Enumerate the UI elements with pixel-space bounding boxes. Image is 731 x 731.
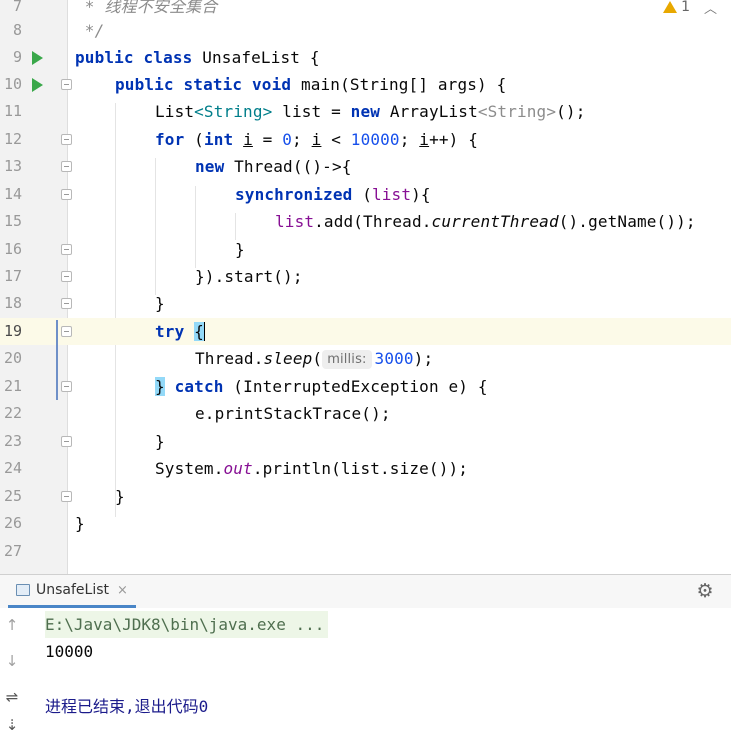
- code-line[interactable]: 8 */: [0, 17, 731, 44]
- closing-brace: }: [235, 240, 245, 259]
- line-number: 10: [3, 75, 22, 93]
- line-number: 13: [3, 157, 22, 175]
- code-line[interactable]: 23 }: [0, 428, 731, 455]
- line-number: 8: [12, 21, 22, 39]
- run-main-icon[interactable]: [32, 78, 43, 92]
- code-line[interactable]: 16 }: [0, 236, 731, 263]
- line-number: 12: [3, 130, 22, 148]
- thread-creation: new Thread(()->{: [195, 157, 352, 176]
- run-tab-unsafelist[interactable]: UnsafeList ×: [8, 575, 136, 608]
- fold-toggle-icon[interactable]: [61, 491, 72, 502]
- scroll-up-icon[interactable]: ↑: [3, 616, 21, 634]
- closing-brace: }: [155, 294, 165, 313]
- text-caret: [203, 322, 205, 341]
- scroll-down-icon[interactable]: ↓: [3, 652, 21, 670]
- line-number: 16: [3, 240, 22, 258]
- closing-brace: }: [115, 487, 125, 506]
- inspection-indicator[interactable]: 1 ︿: [663, 0, 717, 17]
- comment-end: */: [75, 21, 105, 40]
- fold-toggle-icon[interactable]: [61, 134, 72, 145]
- warning-icon: [663, 1, 678, 13]
- code-line[interactable]: 15 list.add(Thread.currentThread().getNa…: [0, 208, 731, 235]
- code-line[interactable]: 26 }: [0, 510, 731, 537]
- console-icon: [16, 584, 30, 596]
- scroll-to-end-icon[interactable]: ⇣: [3, 716, 21, 731]
- line-number: 22: [3, 404, 22, 422]
- code-line[interactable]: 18 }: [0, 290, 731, 317]
- code-line[interactable]: 20 Thread.sleep(millis: 3000);: [0, 345, 731, 372]
- console-exit-message: 进程已结束,退出代码0: [45, 697, 209, 716]
- line-number: 24: [3, 459, 22, 477]
- println-call: System.out.println(list.size());: [155, 459, 469, 478]
- line-number: 15: [3, 212, 22, 230]
- line-number: 19: [3, 322, 22, 340]
- line-number: 27: [3, 542, 22, 560]
- main-method-signature: public static void main(String[] args) {: [115, 75, 507, 94]
- code-line[interactable]: 12 for (int i = 0; i < 10000; i++) {: [0, 126, 731, 153]
- code-line[interactable]: 21 } catch (InterruptedException e) {: [0, 373, 731, 400]
- code-line[interactable]: 22 e.printStackTrace();: [0, 400, 731, 427]
- warning-count: 1: [681, 0, 690, 15]
- code-editor[interactable]: 7 * 线程不安全集合 8 */ 9 public class UnsafeLi…: [0, 0, 731, 574]
- run-toolbar: ↑ ↓ ⇌ ⇣: [0, 608, 26, 731]
- fold-toggle-icon[interactable]: [61, 298, 72, 309]
- close-icon[interactable]: ×: [117, 583, 128, 598]
- code-line[interactable]: 9 public class UnsafeList {: [0, 44, 731, 71]
- fold-toggle-icon[interactable]: [61, 326, 72, 337]
- fold-toggle-icon[interactable]: [61, 381, 72, 392]
- code-line[interactable]: 11 List<String> list = new ArrayList<Str…: [0, 98, 731, 125]
- soft-wrap-icon[interactable]: ⇌: [3, 688, 21, 706]
- console-output[interactable]: E:\Java\JDK8\bin\java.exe ... 10000 进程已结…: [36, 608, 726, 731]
- vcs-change-marker[interactable]: [56, 320, 58, 400]
- list-add-call: list.add(Thread.currentThread().getName(…: [275, 212, 696, 231]
- run-tool-window: UnsafeList × ⚙ ↑ ↓ ⇌ ⇣ E:\Java\JDK8\bin\…: [0, 574, 731, 731]
- line-number: 26: [3, 514, 22, 532]
- console-command-line[interactable]: E:\Java\JDK8\bin\java.exe ...: [45, 611, 329, 638]
- parameter-hint: millis:: [322, 350, 372, 369]
- line-number: 17: [3, 267, 22, 285]
- class-declaration: public class UnsafeList {: [75, 48, 320, 67]
- chevron-up-icon[interactable]: ︿: [704, 0, 717, 17]
- code-line[interactable]: 10 public static void main(String[] args…: [0, 71, 731, 98]
- run-class-icon[interactable]: [32, 51, 43, 65]
- line-number: 23: [3, 432, 22, 450]
- fold-toggle-icon[interactable]: [61, 161, 72, 172]
- code-line[interactable]: 27: [0, 538, 731, 565]
- fold-toggle-icon[interactable]: [61, 244, 72, 255]
- fold-toggle-icon[interactable]: [61, 436, 72, 447]
- fold-toggle-icon[interactable]: [61, 79, 72, 90]
- line-number: 9: [12, 48, 22, 66]
- thread-sleep-call: Thread.sleep(millis: 3000);: [195, 349, 434, 369]
- line-number: 25: [3, 487, 22, 505]
- catch-clause: } catch (InterruptedException e) {: [155, 377, 488, 396]
- closing-brace: }: [155, 432, 165, 451]
- list-declaration: List<String> list = new ArrayList<String…: [155, 102, 586, 121]
- for-loop-header: for (int i = 0; i < 10000; i++) {: [155, 130, 478, 149]
- thread-start: }).start();: [195, 267, 303, 286]
- console-output-line: 10000: [45, 642, 94, 661]
- line-number: 18: [3, 294, 22, 312]
- line-number: 20: [3, 349, 22, 367]
- code-line[interactable]: 25 }: [0, 483, 731, 510]
- try-statement: try {: [155, 322, 205, 341]
- fold-toggle-icon[interactable]: [61, 189, 72, 200]
- print-stack-trace: e.printStackTrace();: [195, 404, 391, 423]
- run-tab-bar: UnsafeList × ⚙: [0, 575, 731, 608]
- line-number: 11: [3, 102, 22, 120]
- code-line[interactable]: 14 synchronized (list){: [0, 181, 731, 208]
- synchronized-block: synchronized (list){: [235, 185, 431, 204]
- code-line-current[interactable]: 19 try {: [0, 318, 731, 345]
- closing-brace: }: [75, 514, 85, 533]
- fold-toggle-icon[interactable]: [61, 271, 72, 282]
- code-line[interactable]: 17 }).start();: [0, 263, 731, 290]
- line-number: 14: [3, 185, 22, 203]
- code-line[interactable]: 24 System.out.println(list.size());: [0, 455, 731, 482]
- gear-icon[interactable]: ⚙: [695, 581, 715, 601]
- code-line[interactable]: 13 new Thread(()->{: [0, 153, 731, 180]
- run-tab-label: UnsafeList: [36, 582, 110, 598]
- line-number: 21: [3, 377, 22, 395]
